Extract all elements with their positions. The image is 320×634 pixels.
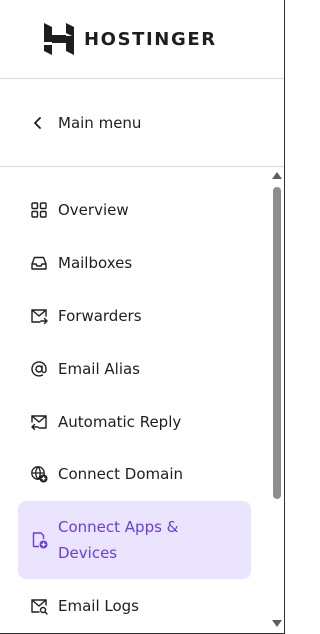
inbox-icon bbox=[30, 254, 48, 272]
menu-item-label: Overview bbox=[58, 201, 129, 219]
menu-item-label: Mailboxes bbox=[58, 254, 133, 272]
menu-item-forwarders[interactable]: Forwarders bbox=[18, 290, 251, 342]
scroll-down-arrow-icon[interactable] bbox=[272, 620, 282, 627]
menu-item-label: Forwarders bbox=[58, 307, 142, 325]
email-menu: Overview Mailboxes Forwarders Email Alia… bbox=[0, 168, 266, 633]
main-menu-back-link[interactable]: Main menu bbox=[0, 79, 284, 167]
scroll-up-arrow-icon[interactable] bbox=[272, 172, 282, 179]
scrollbar[interactable] bbox=[270, 168, 284, 633]
brand-name: HOSTINGER bbox=[84, 28, 217, 50]
email-sidebar: HOSTINGER Main menu Overview Mailboxes F… bbox=[0, 0, 285, 634]
menu-item-label: Connect Domain bbox=[58, 465, 183, 483]
menu-item-overview[interactable]: Overview bbox=[18, 184, 251, 236]
mail-reply-icon bbox=[30, 413, 48, 431]
menu-item-label: Connect Apps & Devices bbox=[58, 518, 179, 562]
globe-plus-icon bbox=[30, 465, 48, 483]
menu-item-label: Email Logs bbox=[58, 597, 139, 615]
menu-item-connect-apps-devices[interactable]: Connect Apps & Devices bbox=[18, 501, 251, 579]
scrollbar-thumb[interactable] bbox=[273, 187, 281, 499]
at-sign-icon bbox=[30, 360, 48, 378]
chevron-left-icon bbox=[34, 116, 41, 129]
menu-item-connect-domain[interactable]: Connect Domain bbox=[18, 448, 251, 500]
menu-item-label: Email Alias bbox=[58, 360, 140, 378]
brand-header: HOSTINGER bbox=[0, 0, 284, 79]
mail-forward-icon bbox=[30, 307, 48, 325]
menu-item-mailboxes[interactable]: Mailboxes bbox=[18, 237, 251, 289]
grid-icon bbox=[30, 201, 48, 219]
menu-item-email-alias[interactable]: Email Alias bbox=[18, 343, 251, 395]
menu-item-email-logs[interactable]: Email Logs bbox=[18, 580, 251, 632]
device-plus-icon bbox=[30, 531, 48, 549]
hostinger-logo-icon bbox=[44, 23, 74, 55]
mail-search-icon bbox=[30, 597, 48, 615]
menu-item-label: Automatic Reply bbox=[58, 413, 182, 431]
menu-item-automatic-reply[interactable]: Automatic Reply bbox=[18, 396, 251, 448]
main-menu-label: Main menu bbox=[58, 113, 142, 132]
